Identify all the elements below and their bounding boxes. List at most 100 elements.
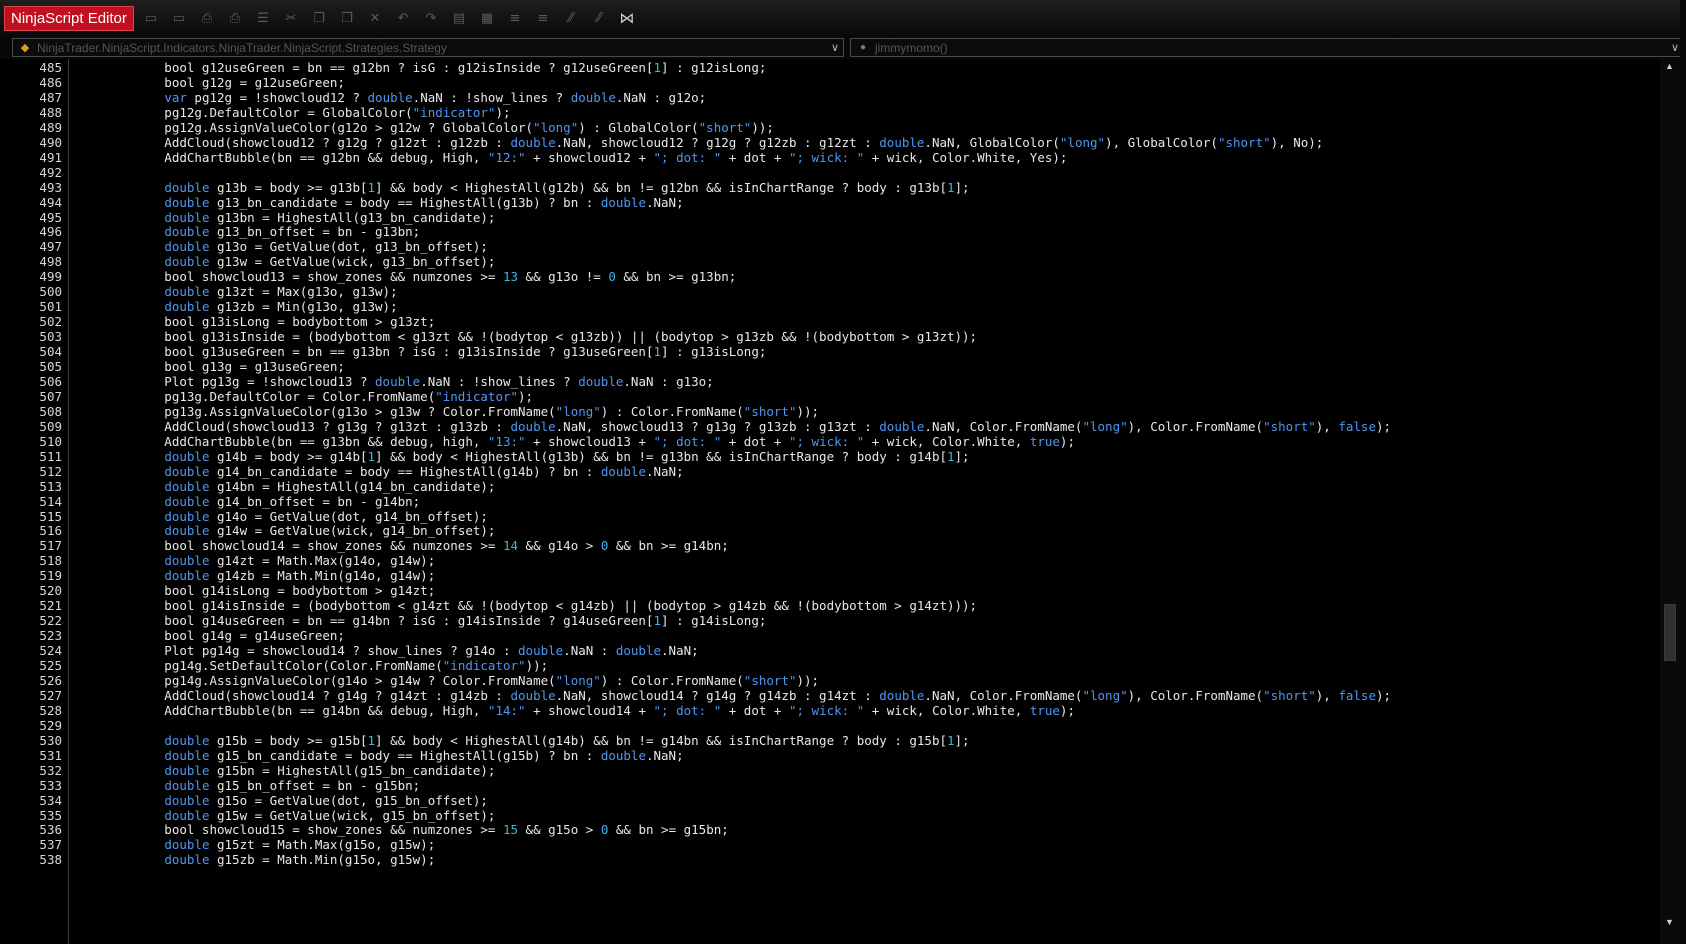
number-token: 1 [947,732,955,748]
code-line[interactable]: double g14w = GetValue(wick, g14_bn_offs… [74,523,495,539]
code-line[interactable]: double g14zb = Math.Min(g14o, g14w); [74,568,435,584]
print-preview-icon[interactable]: ⎙ [224,7,246,29]
scroll-up-icon[interactable]: ▲ [1665,61,1674,71]
code-line[interactable]: double g15b = body >= g15b[1] && body < … [74,732,969,749]
line-number: 527 [39,687,62,703]
comment-icon[interactable]: ⁄⁄ [560,7,582,29]
visual-studio-icon[interactable]: ⋈ [616,7,638,29]
code-line[interactable]: bool showcloud15 = show_zones && numzone… [74,822,728,838]
number-token: 1 [653,60,662,75]
line-number: 486 [39,74,62,90]
code-line[interactable]: pg12g.AssignValueColor(g12o > g12w ? Glo… [74,120,774,136]
paste-icon[interactable]: ❐ [336,7,358,29]
print-icon[interactable]: ⎙ [196,7,218,29]
save-all-icon[interactable]: ▭ [168,7,190,29]
code-line[interactable]: AddCloud(showcloud12 ? g12g ? g12zt : g1… [74,135,1323,151]
code-token: .NaN : !show_lines ? [412,89,571,105]
code-token: pg14g.AssignValueColor(g14o > g14w ? Col… [74,672,556,688]
properties-icon[interactable]: ☰ [252,7,274,29]
string-token: "12:" [487,149,526,165]
code-line[interactable]: double g13b = body >= g13b[1] && body < … [74,180,969,196]
code-line[interactable]: Plot pg13g = !showcloud13 ? double.NaN :… [74,373,713,390]
template-icon[interactable]: ▦ [476,7,498,29]
code-line[interactable]: bool g13isLong = bodybottom > g13zt; [74,314,435,330]
chevron-down-icon[interactable]: ∨ [1671,39,1679,58]
code-token: bool g13isLong = bodybottom > g13zt; [74,314,436,330]
code-line[interactable]: bool g12useGreen = bn == g12bn ? isG : g… [74,60,766,76]
code-line[interactable]: bool g14isInside = (bodybottom < g14zt &… [74,598,977,614]
code-line[interactable]: Plot pg14g = showcloud14 ? show_lines ? … [74,643,698,659]
indent-icon[interactable]: ≡ [504,7,526,29]
code-line[interactable]: double g13o = GetValue(dot, g13_bn_offse… [74,239,488,255]
code-line[interactable]: double g15bn = HighestAll(g15_bn_candida… [74,763,495,779]
code-line[interactable]: bool g14g = g14useGreen; [74,628,345,644]
save-icon[interactable]: ▭ [140,7,162,29]
scroll-thumb[interactable] [1664,604,1676,661]
code-line[interactable]: AddCloud(showcloud14 ? g14g ? g14zt : g1… [74,688,1391,704]
code-line[interactable]: double g14_bn_candidate = body == Highes… [74,464,683,480]
code-line[interactable]: double g13bn = HighestAll(g13_bn_candida… [74,210,495,226]
keyword-token: double [164,493,210,509]
code-line[interactable]: double g14zt = Math.Max(g14o, g14w); [74,553,435,569]
code-line[interactable]: double g14b = body >= g14b[1] && body < … [74,448,969,465]
code-line[interactable]: double g13zb = Min(g13o, g13w); [74,299,397,315]
compile-icon[interactable]: ▤ [448,7,470,29]
cut-icon[interactable]: ✂ [280,7,302,29]
code-line[interactable]: double g14o = GetValue(dot, g14_bn_offse… [74,509,488,525]
scroll-down-icon[interactable]: ▼ [1665,917,1674,927]
code-line[interactable]: double g15w = GetValue(wick, g15_bn_offs… [74,808,495,824]
string-token: "; wick: " [788,149,865,165]
number-token: 1 [367,448,376,464]
code-line[interactable]: double g13zt = Max(g13o, g13w); [74,284,397,300]
code-line[interactable]: AddCloud(showcloud13 ? g13g ? g13zt : g1… [74,419,1391,435]
code-line[interactable]: AddChartBubble(bn == g14bn && debug, Hig… [74,703,1075,719]
code-line[interactable]: double g15o = GetValue(dot, g15_bn_offse… [74,793,488,809]
outdent-icon[interactable]: ≡ [532,7,554,29]
code-line[interactable]: bool g13useGreen = bn == g13bn ? isG : g… [74,344,766,360]
code-line[interactable]: double g15zb = Math.Min(g15o, g15w); [74,852,435,868]
code-line[interactable]: pg13g.DefaultColor = Color.FromName("ind… [74,389,533,405]
vertical-scrollbar[interactable]: ▲ ▼ [1660,59,1680,944]
code-area[interactable]: bool g12useGreen = bn == g12bn ? isG : g… [74,59,1654,944]
member-selector-dropdown[interactable]: ● jimmymomo() ∨ [850,38,1684,57]
code-line[interactable]: pg12g.DefaultColor = GlobalColor("indica… [74,105,510,121]
code-line[interactable]: AddChartBubble(bn == g12bn && debug, Hig… [74,150,1067,166]
code-line[interactable]: double g13_bn_candidate = body == Highes… [74,195,683,211]
code-editor[interactable]: 485 486 487 488 489 490 491 492 493 494 495 496 497 4… [10,59,1668,944]
line-number: 516 [39,523,62,539]
line-number: 497 [39,239,62,255]
line-number: 515 [39,508,62,524]
code-token: .NaN, Color.FromName( [924,418,1083,434]
copy-icon[interactable]: ❐ [308,7,330,29]
code-line[interactable]: bool g14useGreen = bn == g14bn ? isG : g… [74,613,766,629]
code-line[interactable]: pg14g.SetDefaultColor(Color.FromName("in… [74,658,548,674]
line-number: 522 [39,613,62,629]
code-line[interactable]: var pg12g = !showcloud12 ? double.NaN : … [74,90,706,106]
code-line[interactable]: AddChartBubble(bn == g13bn && debug, hig… [74,434,1075,450]
code-line[interactable]: bool g13g = g13useGreen; [74,359,345,375]
keyword-token: double [164,852,210,868]
undo-icon[interactable]: ↶ [392,7,414,29]
uncomment-icon[interactable]: ⁄⁄ [588,7,610,29]
delete-icon[interactable]: ✕ [364,7,386,29]
code-line[interactable]: bool g12g = g12useGreen; [74,75,345,91]
code-line[interactable]: bool showcloud13 = show_zones && numzone… [74,269,736,285]
code-line[interactable]: double g13w = GetValue(wick, g13_bn_offs… [74,254,495,270]
code-line[interactable]: double g14bn = HighestAll(g14_bn_candida… [74,479,495,495]
code-line[interactable]: bool g13isInside = (bodybottom < g13zt &… [74,329,977,345]
code-line[interactable]: double g15_bn_offset = bn - g15bn; [74,778,420,794]
code-line[interactable]: double g14_bn_offset = bn - g14bn; [74,494,420,510]
code-line[interactable]: bool showcloud14 = show_zones && numzone… [74,538,728,554]
code-line[interactable]: pg13g.AssignValueColor(g13o > g13w ? Col… [74,404,819,420]
chevron-down-icon[interactable]: ∨ [831,39,839,58]
class-selector-dropdown[interactable]: ◆ NinjaTrader.NinjaScript.Indicators.Nin… [12,38,844,57]
code-token: g14o = GetValue(dot, g14_bn_offset); [209,508,488,524]
code-token: .NaN : !show_lines ? [420,373,579,389]
code-line[interactable]: double g13_bn_offset = bn - g13bn; [74,224,420,240]
code-line[interactable]: double g15zt = Math.Max(g15o, g15w); [74,837,435,853]
code-line[interactable]: double g15_bn_candidate = body == Highes… [74,748,683,764]
code-line[interactable]: pg14g.AssignValueColor(g14o > g14w ? Col… [74,673,819,689]
redo-icon[interactable]: ↷ [420,7,442,29]
code-line[interactable]: bool g14isLong = bodybottom > g14zt; [74,583,435,599]
